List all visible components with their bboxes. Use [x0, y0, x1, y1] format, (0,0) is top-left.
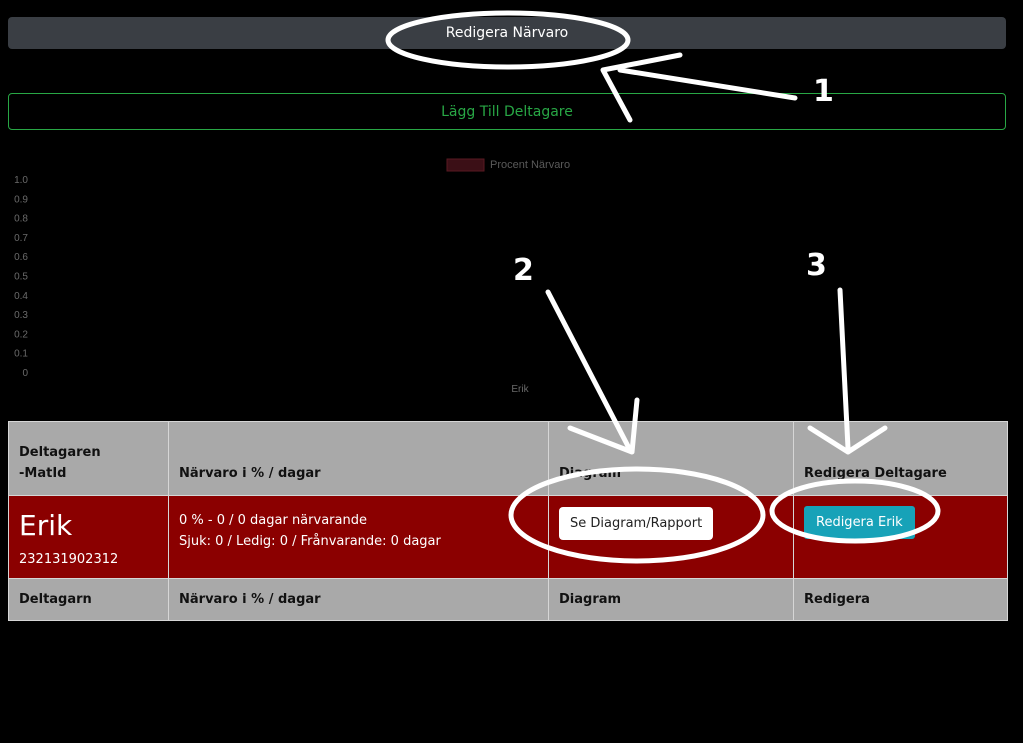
y-tick-label: 0.3	[14, 310, 28, 321]
y-tick-label: 0.7	[14, 233, 28, 244]
y-tick-label: 0.6	[14, 252, 28, 263]
attendance-chart: Procent Närvaro 1.0 0.9 0.8 0.7 0.6 0.5 0.4 0.3…	[14, 158, 570, 395]
edit-attendance-label: Redigera Närvaro	[445, 25, 569, 41]
y-tick-label: 0.9	[14, 194, 28, 205]
y-tick-label: 0.2	[14, 329, 28, 340]
attendance-cell: 0 % - 0 / 0 dagar närvarande Sjuk: 0 / L…	[168, 495, 549, 579]
footer-diagram: Diagram	[548, 578, 794, 621]
y-tick-label: 0	[22, 368, 28, 379]
attendance-summary: 0 % - 0 / 0 dagar närvarande	[179, 513, 367, 528]
header-edit: Redigera Deltagare	[793, 421, 1008, 496]
chart-legend: Procent Närvaro	[446, 158, 570, 172]
x-tick-label: Erik	[511, 384, 529, 395]
edit-attendance-button[interactable]: Redigera Närvaro	[8, 17, 1006, 49]
diagram-cell: Se Diagram/Rapport	[548, 495, 794, 579]
edit-participant-button[interactable]: Redigera Erik	[804, 506, 915, 539]
header-attendance: Närvaro i % / dagar	[168, 421, 549, 496]
header-participant: Deltagaren -MatId	[8, 421, 169, 496]
y-axis-ticks: 1.0 0.9 0.8 0.7 0.6 0.5 0.4 0.3 0.2 0.1 0	[14, 175, 28, 379]
view-diagram-button[interactable]: Se Diagram/Rapport	[559, 507, 714, 540]
header-diagram: Diagram	[548, 421, 794, 496]
y-tick-label: 0.1	[14, 349, 28, 360]
add-participant-button[interactable]: Lägg Till Deltagare	[8, 93, 1006, 130]
y-tick-label: 0.8	[14, 214, 28, 225]
table-header-row: Deltagaren -MatId Närvaro i % / dagar Di…	[8, 421, 1008, 496]
x-axis-ticks: Erik	[511, 384, 529, 395]
footer-participant: Deltagarn	[8, 578, 169, 621]
add-participant-label: Lägg Till Deltagare	[441, 103, 573, 120]
legend-label: Procent Närvaro	[490, 159, 570, 171]
participants-table: Deltagaren -MatId Närvaro i % / dagar Di…	[8, 421, 1008, 621]
table-row: Erik 232131902312 0 % - 0 / 0 dagar närv…	[8, 495, 1008, 579]
y-tick-label: 0.5	[14, 272, 28, 283]
header-participant-line1: Deltagaren	[19, 445, 101, 460]
y-tick-label: 1.0	[14, 175, 28, 186]
edit-cell: Redigera Erik	[793, 495, 1008, 579]
legend-swatch	[446, 158, 485, 172]
footer-attendance: Närvaro i % / dagar	[168, 578, 549, 621]
absence-summary: Sjuk: 0 / Ledig: 0 / Frånvarande: 0 daga…	[179, 534, 441, 549]
footer-edit: Redigera	[793, 578, 1008, 621]
participant-cell: Erik 232131902312	[8, 495, 169, 579]
header-participant-line2: -MatId	[19, 466, 67, 481]
table-footer-row: Deltagarn Närvaro i % / dagar Diagram Re…	[8, 578, 1008, 621]
participant-name: Erik	[19, 509, 73, 542]
participant-matid: 232131902312	[19, 552, 119, 567]
y-tick-label: 0.4	[14, 291, 28, 302]
